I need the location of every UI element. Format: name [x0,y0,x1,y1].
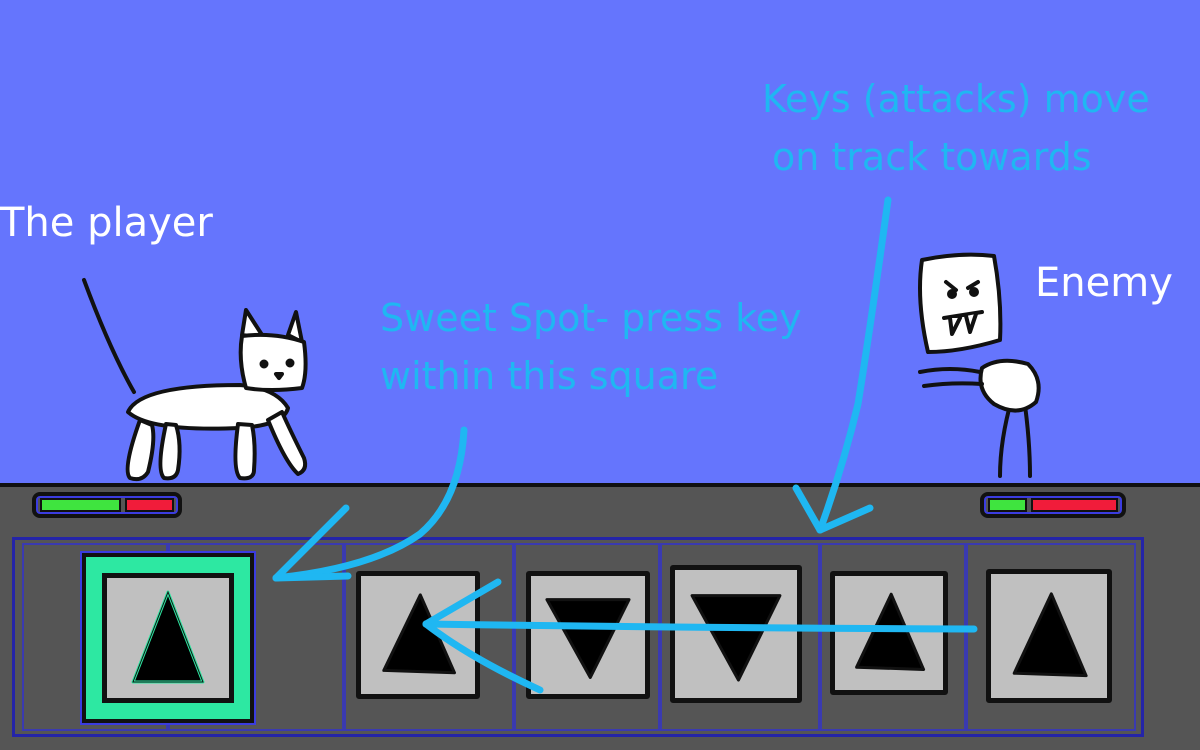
player-label: The player [0,200,213,246]
attack-key[interactable] [670,565,802,703]
arrow-down-icon [690,594,782,682]
arrow-up-icon [131,590,205,684]
enemy-label: Enemy [1035,260,1173,306]
attack-key[interactable] [830,571,948,695]
sweet-spot-annotation-line1: Sweet Spot- press key [380,296,802,340]
arrow-up-icon [1012,592,1088,678]
enemy-health-fill [988,498,1028,512]
keys-annotation-line1: Keys (attacks) move [762,77,1150,121]
player-cat [82,278,308,482]
arrow-up-icon [855,592,926,671]
attack-key[interactable] [356,571,480,699]
enemy-monster [918,252,1041,478]
keys-annotation-line2: on track towards [772,135,1092,179]
player-health-missing [125,498,174,512]
arrow-up-icon [382,593,456,675]
arrow-down-icon [545,598,631,679]
attack-key[interactable] [986,569,1112,703]
sweet-spot-key [102,573,234,703]
enemy-health-bar [980,492,1126,518]
sweet-spot-zone[interactable] [82,553,254,723]
player-health-fill [40,498,122,512]
attack-key[interactable] [526,571,650,699]
enemy-health-missing [1031,498,1118,512]
player-health-bar [32,492,182,518]
sweet-spot-annotation-line2: within this square [380,354,719,398]
